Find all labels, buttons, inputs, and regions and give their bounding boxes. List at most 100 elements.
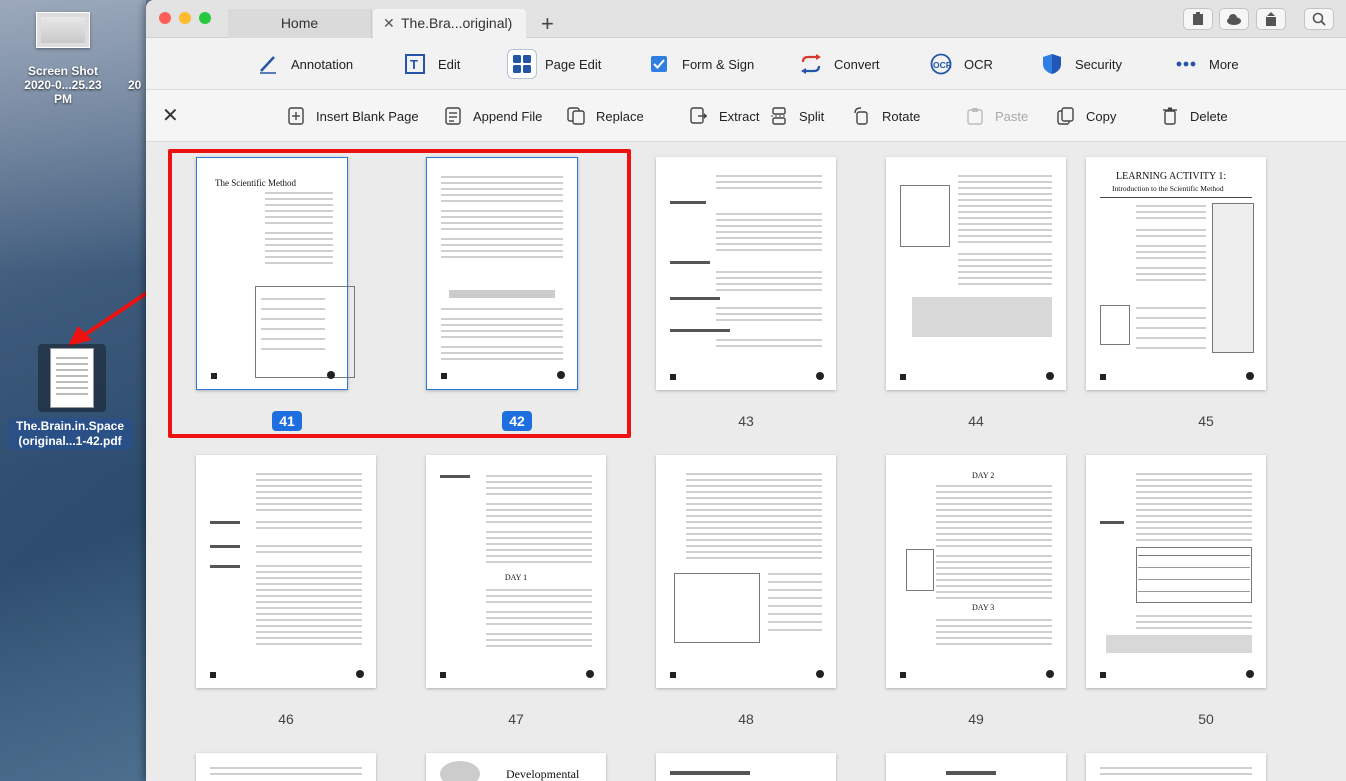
replace-label: Replace — [596, 108, 644, 124]
minimize-window-button[interactable] — [179, 12, 191, 24]
page-edit-toolbar: ✕ Insert Blank Page Append File Replace … — [146, 90, 1346, 142]
checkbox-icon — [644, 49, 674, 79]
rotate-icon — [852, 105, 872, 127]
main-toolbar: Annotation T Edit Page Edit Form & Sign … — [146, 38, 1346, 90]
page-grid: The Scientific Method LEARNING ACTIVITY … — [146, 143, 1346, 781]
clipboard-icon — [1193, 12, 1203, 25]
split-button[interactable]: Split — [769, 104, 824, 128]
extract-icon — [689, 105, 709, 127]
pen-icon — [253, 49, 283, 79]
paste-button[interactable]: Paste — [965, 104, 1028, 128]
new-tab-button[interactable]: + — [541, 9, 554, 38]
append-file-button[interactable]: Append File — [443, 104, 542, 128]
insert-page-icon — [286, 105, 306, 127]
close-window-button[interactable] — [159, 12, 171, 24]
selection-highlight — [168, 149, 631, 438]
tab-close-icon[interactable]: ✕ — [383, 9, 395, 38]
page-thumbnail-51[interactable] — [196, 753, 376, 781]
screenshot-file-icon[interactable] — [36, 12, 90, 48]
page-number-45: 45 — [1198, 413, 1214, 429]
pdf-file-label[interactable]: The.Brain.in.Space (original...1-42.pdf — [8, 418, 132, 450]
annotation-button[interactable]: Annotation — [253, 48, 353, 80]
page-number-47: 47 — [508, 711, 524, 727]
page-thumbnail-54[interactable] — [886, 753, 1066, 781]
app-window: Home ✕ The.Bra...original) + Annotation … — [146, 0, 1346, 781]
form-sign-button[interactable]: Form & Sign — [644, 48, 754, 80]
page-number-50: 50 — [1198, 711, 1214, 727]
insert-blank-page-button[interactable]: Insert Blank Page — [286, 104, 419, 128]
page-thumbnail-50[interactable] — [1086, 455, 1266, 688]
page-number-43: 43 — [738, 413, 754, 429]
page-thumbnail-43[interactable] — [656, 157, 836, 390]
page-number-46: 46 — [278, 711, 294, 727]
page-thumbnail-45[interactable]: LEARNING ACTIVITY 1: Introduction to the… — [1086, 157, 1266, 390]
grid-icon — [507, 49, 537, 79]
security-button[interactable]: Security — [1037, 48, 1122, 80]
cloud-button[interactable] — [1219, 8, 1249, 30]
insert-blank-page-label: Insert Blank Page — [316, 108, 419, 124]
convert-button[interactable]: Convert — [796, 48, 880, 80]
copy-button[interactable]: Copy — [1056, 104, 1116, 128]
screenshot-file-label[interactable]: Screen Shot 2020-0...25.23 PM — [14, 64, 112, 106]
extract-button[interactable]: Extract — [689, 104, 759, 128]
more-button[interactable]: More — [1171, 48, 1239, 80]
cloud-icon — [1227, 14, 1241, 25]
zoom-window-button[interactable] — [199, 12, 211, 24]
page-thumbnail-55[interactable] — [1086, 753, 1266, 781]
page-47-day-heading: DAY 1 — [504, 573, 528, 582]
tab-document-label: The.Bra...original) — [401, 15, 513, 31]
page-thumbnail-46[interactable] — [196, 455, 376, 688]
security-label: Security — [1075, 56, 1122, 72]
close-page-edit-icon[interactable]: ✕ — [162, 104, 179, 128]
form-sign-label: Form & Sign — [682, 56, 755, 72]
clipboard-button[interactable] — [1183, 8, 1213, 30]
share-icon — [1266, 12, 1276, 26]
page-edit-button[interactable]: Page Edit — [507, 48, 601, 80]
tab-document[interactable]: ✕ The.Bra...original) — [373, 9, 526, 38]
page-49-day3-heading: DAY 3 — [972, 603, 995, 612]
title-bar: Home ✕ The.Bra...original) + — [146, 0, 1346, 38]
annotation-label: Annotation — [291, 56, 354, 72]
convert-label: Convert — [834, 56, 880, 72]
more-icon — [1171, 49, 1201, 79]
split-icon — [769, 105, 789, 127]
page-thumbnail-47[interactable]: DAY 1 — [426, 455, 606, 688]
page-thumbnail-44[interactable] — [886, 157, 1066, 390]
pdf-file-icon[interactable] — [38, 344, 106, 412]
replace-button[interactable]: Replace — [566, 104, 644, 128]
page-52-title: Developmental — [506, 767, 580, 781]
replace-icon — [566, 105, 586, 127]
screenshot-label-line1: Screen Shot — [27, 64, 99, 78]
page-thumbnail-52[interactable]: Developmental — [426, 753, 606, 781]
tab-home[interactable]: Home — [228, 9, 372, 38]
search-button[interactable] — [1304, 8, 1334, 30]
page-number-44: 44 — [968, 413, 984, 429]
extract-label: Extract — [719, 108, 760, 124]
delete-button[interactable]: Delete — [1160, 104, 1228, 128]
edit-button[interactable]: T Edit — [400, 48, 460, 80]
split-label: Split — [799, 108, 825, 124]
ocr-icon: OCR — [926, 49, 956, 79]
svg-text:T: T — [410, 57, 418, 72]
paste-icon — [965, 105, 985, 127]
rotate-label: Rotate — [882, 108, 921, 124]
page-number-49: 49 — [968, 711, 984, 727]
screenshot-label-line2: 2020-0...25.23 PM — [24, 78, 102, 106]
rotate-button[interactable]: Rotate — [852, 104, 920, 128]
trash-icon — [1160, 105, 1180, 127]
ocr-button[interactable]: OCR OCR — [926, 48, 993, 80]
edit-label: Edit — [438, 56, 461, 72]
page-thumbnail-48[interactable] — [656, 455, 836, 688]
more-label: More — [1209, 56, 1239, 72]
page-thumbnail-53[interactable] — [656, 753, 836, 781]
delete-label: Delete — [1190, 108, 1228, 124]
page-number-48: 48 — [738, 711, 754, 727]
page-45-title: LEARNING ACTIVITY 1: — [1116, 171, 1227, 182]
page-thumbnail-49[interactable]: DAY 2 DAY 3 — [886, 455, 1066, 688]
tab-home-label: Home — [280, 15, 319, 31]
shield-icon — [1037, 49, 1067, 79]
share-button[interactable] — [1256, 8, 1286, 30]
search-icon — [1312, 12, 1326, 26]
page-49-day2-heading: DAY 2 — [972, 471, 995, 480]
page-45-subtitle: Introduction to the Scientific Method — [1112, 184, 1224, 193]
